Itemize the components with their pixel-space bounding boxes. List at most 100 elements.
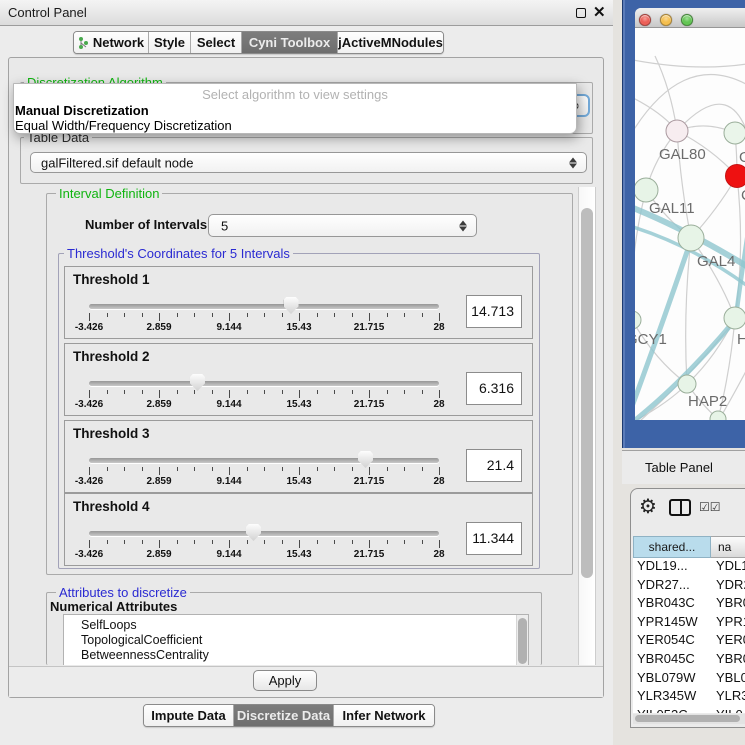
slider-ticks	[89, 313, 439, 322]
cell-name[interactable]: YPR1	[713, 614, 745, 633]
table-row[interactable]: YDR27...YDR2	[633, 577, 745, 596]
close-traffic-light-icon[interactable]	[639, 14, 651, 26]
table-row[interactable]: YPR145WYPR1	[633, 614, 745, 633]
cell-shared-name[interactable]: YER054C	[633, 632, 713, 651]
tab-infer-network[interactable]: Infer Network	[334, 705, 434, 726]
table-row[interactable]: YBL079WYBL0	[633, 670, 745, 689]
cell-name[interactable]: YER0	[713, 632, 745, 651]
tab-cyni-toolbox[interactable]: Cyni Toolbox	[242, 32, 338, 53]
interval-definition-title: Interval Definition	[56, 186, 162, 201]
numerical-attributes-label: Numerical Attributes	[50, 599, 177, 614]
node-label-fragment: C	[741, 187, 745, 204]
tab-discretize-data[interactable]: Discretize Data	[234, 705, 334, 726]
slider-tick-labels: -3.4262.8599.14415.4321.71528	[89, 399, 439, 411]
scrollbar-thumb[interactable]	[635, 715, 740, 722]
cell-name[interactable]: YLR3	[713, 688, 745, 707]
threshold-slider-thumb[interactable]	[190, 374, 205, 391]
slider-ticks	[89, 390, 439, 399]
network-node[interactable]	[726, 165, 745, 188]
stepper-arrows-icon	[569, 157, 577, 168]
threshold-value-field[interactable]: 21.4	[466, 449, 522, 482]
cell-shared-name[interactable]: YIL052C	[633, 707, 713, 713]
table-row[interactable]: YDL19...YDL1	[633, 558, 745, 577]
tab-network[interactable]: Network	[74, 32, 149, 53]
cell-name[interactable]: YBR0	[713, 595, 745, 614]
threshold-label: Threshold 2	[73, 349, 150, 364]
threshold-value-field[interactable]: 14.713	[466, 295, 522, 328]
threshold-slider-thumb[interactable]	[284, 297, 299, 314]
number-of-intervals-combobox[interactable]: 5	[208, 214, 477, 237]
horizontal-scrollbar[interactable]	[633, 714, 745, 724]
close-icon[interactable]: ✕	[593, 3, 606, 21]
column-header-shared-name[interactable]: shared...	[633, 536, 711, 558]
network-node[interactable]	[678, 375, 696, 393]
threshold-slider-track[interactable]	[89, 531, 439, 536]
network-canvas[interactable]: GAL80GAL11GAL4GCY1HHAP2G.C	[635, 28, 745, 420]
cell-name[interactable]: YBR0	[713, 651, 745, 670]
cell-shared-name[interactable]: YBL079W	[633, 670, 713, 689]
table-panel-header: Table Panel	[622, 450, 745, 484]
cell-name[interactable]: YIL0	[713, 707, 745, 713]
column-header-name[interactable]: na	[711, 536, 745, 558]
float-window-icon[interactable]	[576, 8, 586, 18]
threshold-value-field[interactable]: 11.344	[466, 522, 522, 555]
threshold-slider-track[interactable]	[89, 381, 439, 386]
cell-name[interactable]: YBL0	[713, 670, 745, 689]
threshold-value-field[interactable]: 6.316	[466, 372, 522, 405]
slider-tick-labels: -3.4262.8599.14415.4321.71528	[89, 476, 439, 488]
tab-style[interactable]: Style	[149, 32, 191, 53]
threshold-slider-thumb[interactable]	[246, 524, 261, 541]
table-data-combobox[interactable]: galFiltered.sif default node	[30, 152, 587, 173]
table-panel: ⚙ ☑☑ shared... na YDL19...YDL1YDR27...YD…	[630, 488, 745, 728]
table-row[interactable]: YIL052CYIL0	[633, 707, 745, 713]
threshold-slider-track[interactable]	[89, 304, 439, 309]
cell-shared-name[interactable]: YDL19...	[633, 558, 713, 577]
attribute-list-item[interactable]: SelfLoops	[64, 618, 528, 633]
dropdown-option-equal-width[interactable]: Equal Width/Frequency Discretization	[14, 118, 576, 133]
attribute-list-item[interactable]: BetweennessCentrality	[64, 648, 528, 663]
columns-icon[interactable]	[669, 499, 691, 516]
list-scrollbar[interactable]	[516, 615, 528, 665]
top-tab-bar: Network Style Select Cyni Toolbox jActiv…	[73, 31, 444, 54]
node-label: GAL80	[659, 146, 706, 163]
network-node[interactable]	[724, 122, 745, 144]
vertical-scrollbar[interactable]	[578, 187, 596, 665]
scrollbar-thumb[interactable]	[581, 208, 593, 578]
cell-shared-name[interactable]: YDR27...	[633, 577, 713, 596]
control-panel-titlebar: Control Panel ✕	[0, 0, 613, 26]
threshold-slider-track[interactable]	[89, 458, 439, 463]
threshold-panel: Threshold 3-3.4262.8599.14415.4321.71528…	[64, 420, 533, 493]
network-window-titlebar[interactable]	[635, 8, 745, 28]
network-node[interactable]	[724, 307, 745, 329]
cell-name[interactable]: YDL1	[713, 558, 745, 577]
network-window: GAL80GAL11GAL4GCY1HHAP2G.C	[635, 8, 745, 420]
table-row[interactable]: YER054CYER0	[633, 632, 745, 651]
attribute-list-item[interactable]: TopologicalCoefficient	[64, 633, 528, 648]
apply-button[interactable]: Apply	[253, 670, 317, 691]
tab-select[interactable]: Select	[191, 32, 242, 53]
dropdown-option-manual[interactable]: Manual Discretization	[14, 103, 576, 118]
table-row[interactable]: YLR345WYLR3	[633, 688, 745, 707]
network-node[interactable]	[635, 311, 641, 329]
cell-shared-name[interactable]: YBR045C	[633, 651, 713, 670]
cell-name[interactable]: YDR2	[713, 577, 745, 596]
scrollbar-thumb[interactable]	[518, 618, 527, 664]
table-row[interactable]: YBR045CYBR0	[633, 651, 745, 670]
network-node[interactable]	[678, 225, 704, 251]
network-node[interactable]	[666, 120, 688, 142]
tab-jactivemnodules[interactable]: jActiveMNodules	[338, 32, 443, 53]
tab-impute-data[interactable]: Impute Data	[144, 705, 234, 726]
cell-shared-name[interactable]: YPR145W	[633, 614, 713, 633]
cell-shared-name[interactable]: YLR345W	[633, 688, 713, 707]
network-node[interactable]	[635, 178, 658, 202]
table-header-row: shared... na	[633, 536, 745, 558]
cell-shared-name[interactable]: YBR043C	[633, 595, 713, 614]
node-label: GAL4	[697, 253, 735, 270]
minimize-traffic-light-icon[interactable]	[660, 14, 672, 26]
table-row[interactable]: YBR043CYBR0	[633, 595, 745, 614]
slider-tick-labels: -3.4262.8599.14415.4321.71528	[89, 322, 439, 334]
maximize-traffic-light-icon[interactable]	[681, 14, 693, 26]
gear-icon[interactable]: ⚙	[639, 494, 657, 519]
select-checkboxes-icon[interactable]: ☑☑	[699, 500, 721, 514]
threshold-slider-thumb[interactable]	[358, 451, 373, 468]
